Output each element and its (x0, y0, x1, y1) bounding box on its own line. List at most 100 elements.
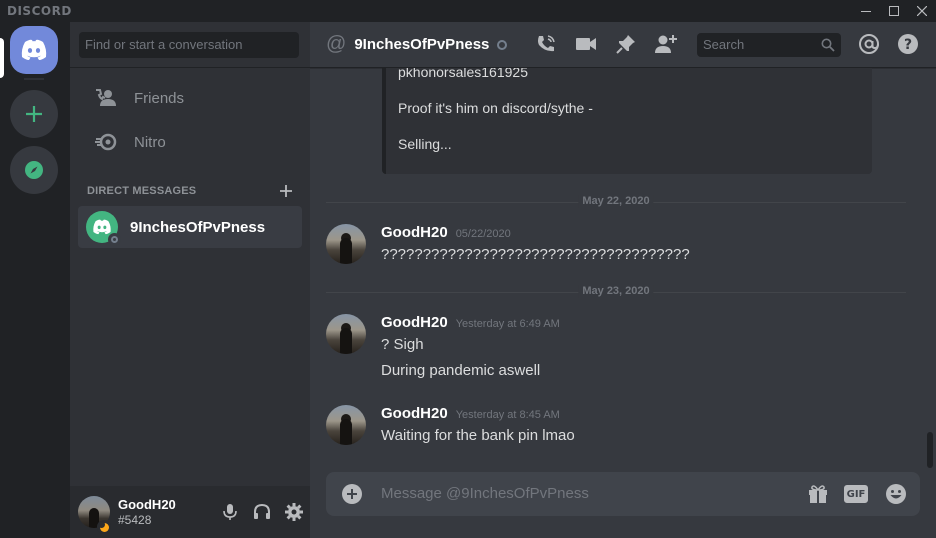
discord-app: DISCORD Find or start a conversation Fri… (0, 0, 936, 538)
microphone-icon (223, 504, 237, 520)
mentions-button[interactable] (857, 32, 881, 56)
channel-name: 9InchesOfPvPness (354, 36, 490, 53)
maximize-icon (889, 6, 899, 16)
sidebar-item-nitro[interactable]: Nitro (78, 122, 302, 162)
message-composer: Message @9InchesOfPvPness GIF (326, 472, 920, 516)
help-button[interactable]: ? (896, 32, 920, 56)
scrollbar-thumb[interactable] (927, 432, 933, 468)
compass-icon (25, 161, 43, 179)
search-placeholder: Search (703, 37, 745, 52)
message-header: GoodH20 Yesterday at 6:49 AM (381, 314, 560, 331)
message-text: Waiting for the bank pin lmao (381, 427, 575, 444)
at-mention-icon (859, 34, 879, 54)
user-avatar-wrap (70, 496, 111, 534)
deafen-button[interactable] (246, 496, 278, 528)
sidebar-item-friends[interactable]: Friends (78, 78, 302, 118)
add-friend-to-dm-button[interactable] (654, 32, 678, 56)
date-divider: May 22, 2020 (326, 195, 906, 208)
idle-status-icon (97, 520, 111, 534)
dm-item[interactable]: 9InchesOfPvPness (78, 206, 302, 248)
scrollbar-track[interactable] (926, 72, 934, 464)
pinned-messages-button[interactable] (614, 32, 638, 56)
message-timestamp: Yesterday at 8:45 AM (455, 409, 560, 421)
close-button[interactable] (908, 0, 936, 22)
nitro-icon (90, 126, 122, 158)
plus-icon (26, 106, 42, 122)
plus-icon (347, 489, 357, 499)
title-bar: DISCORD (0, 0, 936, 22)
window-controls (852, 0, 936, 22)
user-controls (214, 496, 310, 528)
pin-icon (616, 35, 635, 54)
message-timestamp: Yesterday at 6:49 AM (455, 318, 560, 330)
find-conversation-input[interactable]: Find or start a conversation (79, 32, 299, 58)
user-info[interactable]: GoodH20 #5428 (118, 497, 214, 527)
send-gift-button[interactable] (806, 482, 830, 506)
direct-messages-header: DIRECT MESSAGES (87, 184, 292, 198)
user-panel: GoodH20 #5428 (70, 486, 310, 538)
selected-indicator (0, 38, 4, 78)
message-embed: pkhonorsales161925 Proof it's him on dis… (382, 68, 872, 174)
gif-picker-button[interactable]: GIF (844, 482, 868, 506)
create-dm-button[interactable] (280, 184, 292, 198)
message-text: During pandemic aswell (381, 362, 541, 379)
message-header: GoodH20 05/22/2020 (381, 224, 511, 241)
home-button[interactable] (10, 26, 58, 74)
dm-sidebar: Find or start a conversation Friends Nit… (70, 22, 310, 538)
avatar[interactable] (326, 314, 366, 354)
gif-icon: GIF (844, 485, 868, 503)
emoji-icon (886, 484, 906, 504)
offline-status-icon (497, 39, 508, 50)
app-brand: DISCORD (7, 4, 72, 18)
sidebar-item-label: Nitro (134, 133, 166, 151)
plus-icon (280, 185, 292, 197)
help-icon: ? (898, 34, 918, 54)
svg-text:?: ? (904, 37, 912, 53)
add-server-button[interactable] (10, 90, 58, 138)
chat-area: @ 9InchesOfPvPness Search ? pkhonorsales… (310, 22, 936, 538)
gift-icon (809, 485, 827, 503)
sidebar-item-label: Friends (134, 89, 185, 107)
minimize-icon (861, 11, 871, 12)
message-author[interactable]: GoodH20 (381, 224, 448, 241)
video-call-button[interactable] (574, 32, 598, 56)
avatar[interactable] (326, 405, 366, 445)
phone-call-icon (538, 35, 555, 52)
maximize-button[interactable] (880, 0, 908, 22)
server-list (0, 22, 70, 538)
user-settings-button[interactable] (278, 496, 310, 528)
message-timestamp: 05/22/2020 (455, 228, 511, 240)
embed-text: Selling... (398, 136, 452, 152)
direct-messages-label: DIRECT MESSAGES (87, 185, 197, 197)
date-divider-label: May 23, 2020 (578, 285, 654, 298)
message-text: ? Sigh (381, 336, 424, 353)
close-icon (917, 6, 927, 16)
headphones-icon (254, 503, 270, 519)
message-author[interactable]: GoodH20 (381, 405, 448, 422)
upload-button[interactable] (342, 484, 362, 504)
add-user-icon (655, 35, 677, 53)
embed-text: pkhonorsales161925 (398, 68, 528, 80)
discord-logo-icon (93, 219, 111, 235)
username: GoodH20 (118, 497, 176, 512)
guild-separator (24, 78, 44, 80)
message-list: pkhonorsales161925 Proof it's him on dis… (310, 68, 936, 468)
date-divider: May 23, 2020 (326, 285, 906, 298)
date-divider-label: May 22, 2020 (578, 195, 654, 208)
voice-call-button[interactable] (534, 32, 558, 56)
minimize-button[interactable] (852, 0, 880, 22)
mute-button[interactable] (214, 496, 246, 528)
embed-text: Proof it's him on discord/sythe - (398, 100, 593, 116)
message-author[interactable]: GoodH20 (381, 314, 448, 331)
at-icon: @ (326, 33, 347, 55)
emoji-picker-button[interactable] (884, 482, 908, 506)
message-input[interactable]: Message @9InchesOfPvPness (381, 472, 589, 516)
search-input[interactable]: Search (697, 33, 841, 57)
offline-status-icon (108, 233, 121, 246)
avatar (86, 211, 121, 246)
explore-servers-button[interactable] (10, 146, 58, 194)
avatar[interactable] (326, 224, 366, 264)
header-toolbar (534, 32, 694, 56)
gear-icon (285, 503, 303, 521)
message-header: GoodH20 Yesterday at 8:45 AM (381, 405, 560, 422)
